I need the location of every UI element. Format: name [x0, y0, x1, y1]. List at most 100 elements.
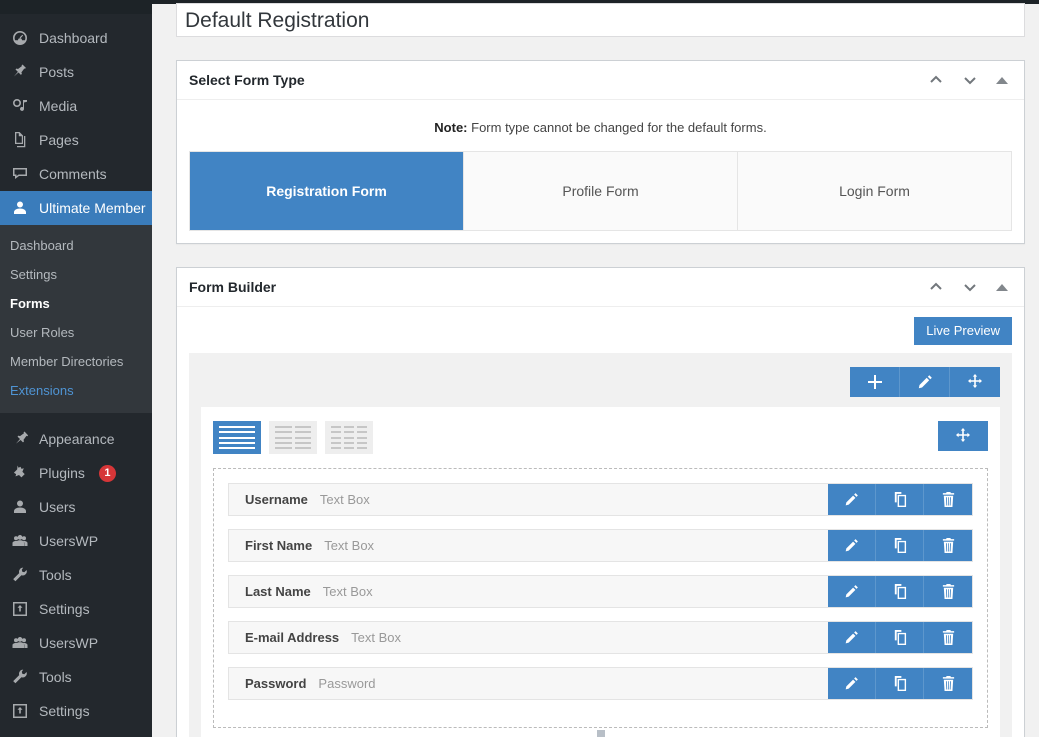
move-up-icon[interactable]	[928, 279, 944, 295]
field-info: First Name Text Box	[229, 530, 828, 561]
row-toolbar	[201, 367, 1000, 397]
sidebar-item-label: Ultimate Member	[39, 200, 146, 216]
add-row-button[interactable]	[850, 367, 900, 397]
sidebar-item-dashboard[interactable]: Dashboard	[0, 21, 152, 55]
submenu-item-member-directories[interactable]: Member Directories	[0, 347, 152, 376]
submenu-item-extensions[interactable]: Extensions	[0, 376, 152, 405]
sidebar-item-userswp[interactable]: UsersWP	[0, 524, 152, 558]
delete-field-button[interactable]	[924, 668, 972, 699]
two-column-layout[interactable]	[269, 421, 317, 454]
duplicate-field-button[interactable]	[876, 668, 924, 699]
submenu-item-dashboard[interactable]: Dashboard	[0, 231, 152, 260]
user-icon	[10, 198, 30, 218]
sidebar-item-settings[interactable]: Settings	[0, 592, 152, 626]
form-field-row[interactable]: Password Password	[228, 667, 973, 700]
field-info: Username Text Box	[229, 484, 828, 515]
settings-icon	[10, 701, 30, 721]
form-type-tab-profile-form[interactable]: Profile Form	[464, 152, 738, 230]
plus-icon	[867, 375, 882, 389]
page-title: Default Registration	[185, 8, 370, 32]
sidebar-item-tools[interactable]: Tools	[0, 660, 152, 694]
edit-field-button[interactable]	[828, 530, 876, 561]
settings-icon	[13, 602, 27, 616]
one-column-layout[interactable]	[213, 421, 261, 454]
move-down-icon[interactable]	[962, 279, 978, 295]
sidebar-item-label: Comments	[39, 166, 107, 182]
pencil-icon	[845, 493, 858, 506]
sidebar-item-appearance[interactable]: Appearance	[0, 422, 152, 456]
pencil-icon	[845, 539, 858, 552]
form-field-row[interactable]: Last Name Text Box	[228, 575, 973, 608]
sidebar-item-comments[interactable]: Comments	[0, 157, 152, 191]
sidebar-item-label: Appearance	[39, 431, 115, 447]
move-up-icon[interactable]	[928, 72, 944, 88]
sidebar-item-ultimate-member[interactable]: Ultimate Member	[0, 191, 152, 225]
sidebar-item-label: UsersWP	[39, 533, 99, 549]
duplicate-field-button[interactable]	[876, 530, 924, 561]
copy-icon	[894, 584, 907, 599]
comments-icon	[13, 168, 27, 179]
delete-field-button[interactable]	[924, 576, 972, 607]
form-type-tab-registration-form[interactable]: Registration Form	[190, 152, 464, 230]
three-column-layout[interactable]	[325, 421, 373, 454]
form-field-row[interactable]: Username Text Box	[228, 483, 973, 516]
panel-title: Select Form Type	[189, 72, 305, 88]
dashboard-icon	[10, 28, 30, 48]
submenu-item-user-roles[interactable]: User Roles	[0, 318, 152, 347]
field-label: Password	[245, 676, 307, 691]
form-type-note: Note: Form type cannot be changed for th…	[189, 114, 1012, 151]
copy-icon	[894, 538, 907, 553]
form-builder-panel: Form Builder Live Preview Username Text …	[176, 267, 1025, 737]
bottom-resize-handle[interactable]	[596, 730, 605, 737]
plugins-icon	[10, 463, 30, 483]
sidebar-main-menu: Dashboard Posts Media Pages Comments Ultimate…	[0, 21, 152, 225]
edit-field-button[interactable]	[828, 668, 876, 699]
copy-icon	[894, 676, 907, 691]
edit-field-button[interactable]	[828, 622, 876, 653]
sidebar-item-tools[interactable]: Tools	[0, 558, 152, 592]
edit-row-button[interactable]	[900, 367, 950, 397]
field-actions	[828, 530, 972, 561]
delete-field-button[interactable]	[924, 622, 972, 653]
move-down-icon[interactable]	[962, 72, 978, 88]
field-info: E-mail Address Text Box	[229, 622, 828, 653]
delete-field-button[interactable]	[924, 530, 972, 561]
row-drag-handle[interactable]	[938, 421, 988, 451]
trash-icon	[942, 676, 954, 691]
drag-row-button[interactable]	[950, 367, 1000, 397]
field-actions	[828, 576, 972, 607]
form-type-tab-login-form[interactable]: Login Form	[738, 152, 1011, 230]
sidebar-item-label: Media	[39, 98, 78, 114]
sidebar-item-pages[interactable]: Pages	[0, 123, 152, 157]
users-icon	[10, 497, 30, 517]
media-icon	[13, 99, 27, 111]
user-icon	[14, 201, 26, 214]
pages-icon	[10, 130, 30, 150]
field-type: Password	[318, 676, 376, 691]
post-title-input[interactable]: Default Registration	[176, 3, 1025, 37]
form-field-row[interactable]: E-mail Address Text Box	[228, 621, 973, 654]
sidebar-item-media[interactable]: Media	[0, 89, 152, 123]
sidebar-item-users[interactable]: Users	[0, 490, 152, 524]
delete-field-button[interactable]	[924, 484, 972, 515]
toggle-panel-icon[interactable]	[996, 283, 1008, 291]
field-type: Text Box	[351, 630, 402, 645]
duplicate-field-button[interactable]	[876, 576, 924, 607]
content-area: Default Registration Select Form Type No…	[152, 0, 1039, 737]
edit-field-button[interactable]	[828, 484, 876, 515]
sidebar-item-userswp[interactable]: UsersWP	[0, 626, 152, 660]
sidebar-item-plugins[interactable]: Plugins 1	[0, 456, 152, 490]
duplicate-field-button[interactable]	[876, 484, 924, 515]
live-preview-button[interactable]: Live Preview	[914, 317, 1012, 345]
field-info: Last Name Text Box	[229, 576, 828, 607]
sidebar-item-settings[interactable]: Settings	[0, 694, 152, 728]
group-icon	[12, 535, 28, 546]
form-field-row[interactable]: First Name Text Box	[228, 529, 973, 562]
submenu-item-forms[interactable]: Forms	[0, 289, 152, 318]
copy-icon	[894, 492, 907, 507]
toggle-panel-icon[interactable]	[996, 76, 1008, 84]
duplicate-field-button[interactable]	[876, 622, 924, 653]
edit-field-button[interactable]	[828, 576, 876, 607]
sidebar-item-posts[interactable]: Posts	[0, 55, 152, 89]
submenu-item-settings[interactable]: Settings	[0, 260, 152, 289]
